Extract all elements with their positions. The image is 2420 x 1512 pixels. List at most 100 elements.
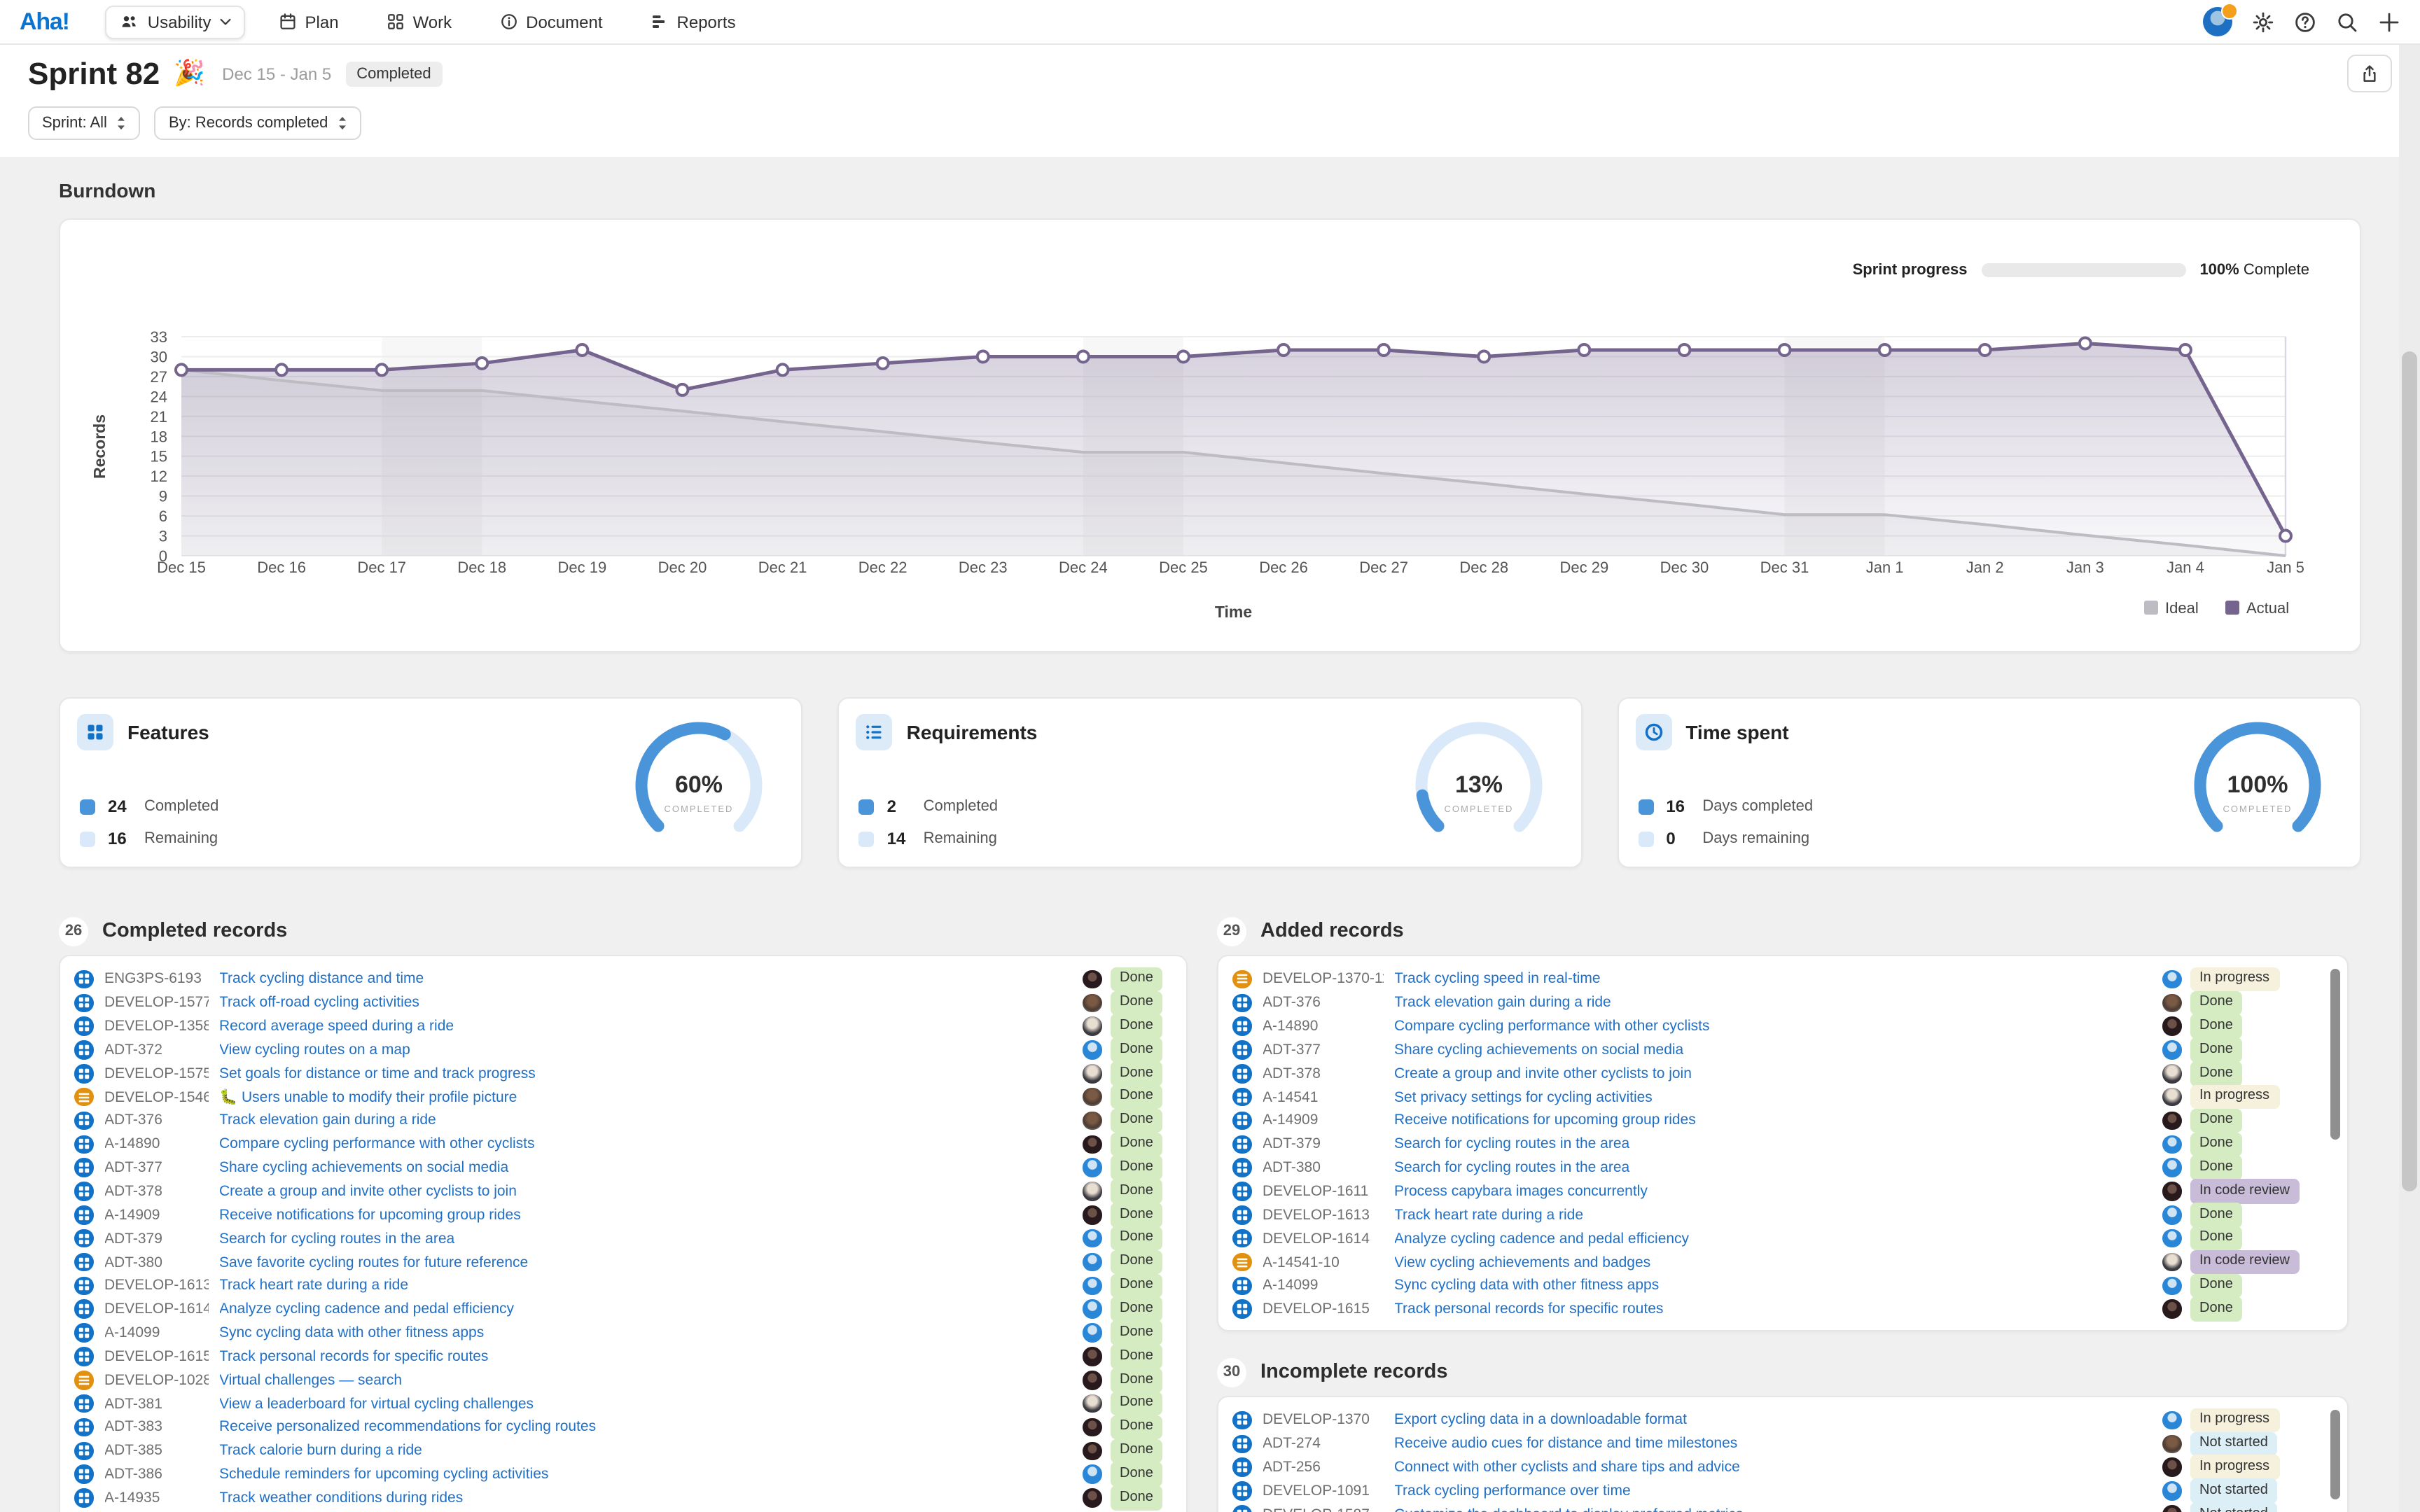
nav-item-document[interactable]: Document	[485, 5, 616, 38]
record-status-group: Done	[1083, 1368, 1172, 1392]
record-title-link[interactable]: Set privacy settings for cycling activit…	[1394, 1088, 2151, 1105]
record-title-link[interactable]: Set goals for distance or time and track…	[219, 1065, 1071, 1082]
status-badge: Done	[1110, 1321, 1163, 1345]
record-row: ADT-256 Connect with other cyclists and …	[1232, 1455, 2333, 1479]
record-title-link[interactable]: Search for cycling routes in the area	[219, 1230, 1071, 1247]
record-title-link[interactable]: Compare cycling performance with other c…	[1394, 1018, 2151, 1035]
record-title-link[interactable]: Analyze cycling cadence and pedal effici…	[219, 1301, 1071, 1317]
burndown-chart: 03691215182124273033Dec 15Dec 16Dec 17De…	[60, 220, 2360, 640]
record-title-link[interactable]: View cycling routes on a map	[219, 1042, 1071, 1058]
record-title-link[interactable]: Sync cycling data with other fitness app…	[219, 1324, 1071, 1341]
svg-text:Dec 27: Dec 27	[1359, 559, 1408, 576]
share-button[interactable]	[2347, 55, 2392, 92]
record-row: DEVELOP-1587 Customize the dashboard to …	[1232, 1503, 2333, 1512]
plus-icon[interactable]	[2378, 10, 2400, 33]
record-id: DEVELOP-1370-11	[1263, 971, 1383, 988]
nav-item-reports[interactable]: Reports	[637, 5, 750, 38]
svg-text:9: 9	[159, 488, 167, 505]
nav-item-plan[interactable]: Plan	[265, 5, 353, 38]
record-title-link[interactable]: Receive notifications for upcoming group…	[219, 1207, 1071, 1224]
record-title-link[interactable]: Track heart rate during a ride	[1394, 1207, 2151, 1224]
added-records-list: DEVELOP-1370-11 Track cycling speed in r…	[1217, 955, 2349, 1331]
help-icon[interactable]	[2294, 10, 2316, 33]
record-title-link[interactable]: Receive audio cues for distance and time…	[1394, 1436, 2151, 1452]
added-list-scrollbar[interactable]	[2330, 969, 2340, 1140]
user-avatar[interactable]	[2203, 7, 2232, 36]
record-row: DEVELOP-1577 Track off-road cycling acti…	[74, 991, 1172, 1015]
record-title-link[interactable]: Track elevation gain during a ride	[219, 1112, 1071, 1129]
record-status-group: Done	[1083, 1344, 1172, 1368]
nav-item-usability[interactable]: Usability	[106, 5, 245, 38]
status-badge: Not started	[2190, 1432, 2278, 1456]
svg-text:COMPLETED: COMPLETED	[1444, 804, 1513, 814]
record-title-link[interactable]: Receive personalized recommendations for…	[219, 1419, 1071, 1436]
assignee-avatar	[2162, 993, 2181, 1012]
record-title-link[interactable]: Record average speed during a ride	[219, 1018, 1071, 1035]
record-row: A-14099 Sync cycling data with other fit…	[1232, 1274, 2333, 1298]
feature-icon	[74, 969, 93, 988]
record-id: DEVELOP-1615	[1263, 1301, 1383, 1317]
record-title-link[interactable]: Export cycling data in a downloadable fo…	[1394, 1412, 2151, 1429]
status-badge: Done	[1110, 1297, 1163, 1322]
svg-text:COMPLETED: COMPLETED	[665, 804, 734, 814]
record-title-link[interactable]: Search for cycling routes in the area	[1394, 1136, 2151, 1153]
record-title-link[interactable]: Track calorie burn during a ride	[219, 1443, 1071, 1460]
record-id: DEVELOP-1575	[104, 1065, 208, 1082]
record-title-link[interactable]: Compare cycling performance with other c…	[219, 1136, 1071, 1153]
record-title-link[interactable]: View cycling achievements and badges	[1394, 1254, 2151, 1270]
completed-value: 24	[108, 797, 132, 816]
svg-text:13%: 13%	[1454, 771, 1502, 798]
feature-icon	[1232, 1182, 1251, 1201]
record-title-link[interactable]: Track off-road cycling activities	[219, 995, 1071, 1011]
record-title-link[interactable]: Process capybara images concurrently	[1394, 1183, 2151, 1200]
svg-text:Time: Time	[1215, 603, 1252, 621]
svg-text:Jan 1: Jan 1	[1866, 559, 1904, 576]
page-scrollbar-thumb[interactable]	[2402, 351, 2417, 1191]
record-id: ADT-379	[104, 1230, 208, 1247]
record-title-link[interactable]: Sync cycling data with other fitness app…	[1394, 1278, 2151, 1294]
record-title-link[interactable]: 🐛 Users unable to modify their profile p…	[219, 1088, 1071, 1106]
nav-item-work[interactable]: Work	[373, 5, 466, 38]
record-row: ADT-380 Search for cycling routes in the…	[1232, 1156, 2333, 1180]
record-title-link[interactable]: Save favorite cycling routes for future …	[219, 1254, 1071, 1270]
record-title-link[interactable]: Connect with other cyclists and share ti…	[1394, 1459, 2151, 1476]
record-title-link[interactable]: Track heart rate during a ride	[219, 1278, 1071, 1294]
record-title-link[interactable]: Create a group and invite other cyclists…	[1394, 1065, 2151, 1082]
by-filter-dropdown[interactable]: By: Records completed	[155, 106, 361, 140]
incomplete-list-scrollbar[interactable]	[2330, 1410, 2340, 1499]
feature-icon	[74, 1135, 93, 1154]
assignee-avatar	[1083, 1465, 1101, 1484]
record-title-link[interactable]: Track elevation gain during a ride	[1394, 995, 2151, 1011]
record-title-link[interactable]: Share cycling achievements on social med…	[219, 1159, 1071, 1176]
record-title-link[interactable]: Receive notifications for upcoming group…	[1394, 1112, 2151, 1129]
burndown-section-title: Burndown	[59, 179, 2361, 202]
added-count-badge: 29	[1217, 916, 1246, 946]
record-status-group: Done	[1083, 1085, 1172, 1110]
record-title-link[interactable]: Virtual challenges — search	[219, 1372, 1071, 1389]
aha-logo[interactable]: Aha!	[20, 8, 69, 36]
record-title-link[interactable]: Search for cycling routes in the area	[1394, 1159, 2151, 1176]
record-title-link[interactable]: Customize the dashboard to display prefe…	[1394, 1506, 2151, 1512]
record-status-group: Not started	[2162, 1432, 2333, 1456]
record-title-link[interactable]: Track cycling distance and time	[219, 971, 1071, 988]
features-grid-icon	[77, 714, 113, 750]
record-title-link[interactable]: Create a group and invite other cyclists…	[219, 1183, 1071, 1200]
status-badge: Done	[1110, 1180, 1163, 1204]
record-title-link[interactable]: Track personal records for specific rout…	[1394, 1301, 2151, 1317]
record-title-link[interactable]: Share cycling achievements on social med…	[1394, 1042, 2151, 1058]
sprint-filter-dropdown[interactable]: Sprint: All	[28, 106, 141, 140]
record-status-group: In progress	[2162, 1455, 2333, 1480]
search-icon[interactable]	[2336, 10, 2358, 33]
record-title-link[interactable]: Schedule reminders for upcoming cycling …	[219, 1466, 1071, 1483]
assignee-avatar	[1083, 1158, 1101, 1177]
record-title-link[interactable]: Track weather conditions during rides	[219, 1490, 1071, 1506]
record-title-link[interactable]: Analyze cycling cadence and pedal effici…	[1394, 1230, 2151, 1247]
record-row: ADT-377 Share cycling achievements on so…	[1232, 1038, 2333, 1062]
record-title-link[interactable]: Track personal records for specific rout…	[219, 1348, 1071, 1365]
record-title-link[interactable]: Track cycling speed in real-time	[1394, 971, 2151, 988]
completed-records-list: ENG3PS-6193 Track cycling distance and t…	[59, 955, 1188, 1512]
record-title-link[interactable]: View a leaderboard for virtual cycling c…	[219, 1395, 1071, 1412]
record-title-link[interactable]: Track cycling performance over time	[1394, 1483, 2151, 1499]
assignee-avatar	[2162, 1182, 2181, 1201]
gear-icon[interactable]	[2252, 10, 2274, 33]
